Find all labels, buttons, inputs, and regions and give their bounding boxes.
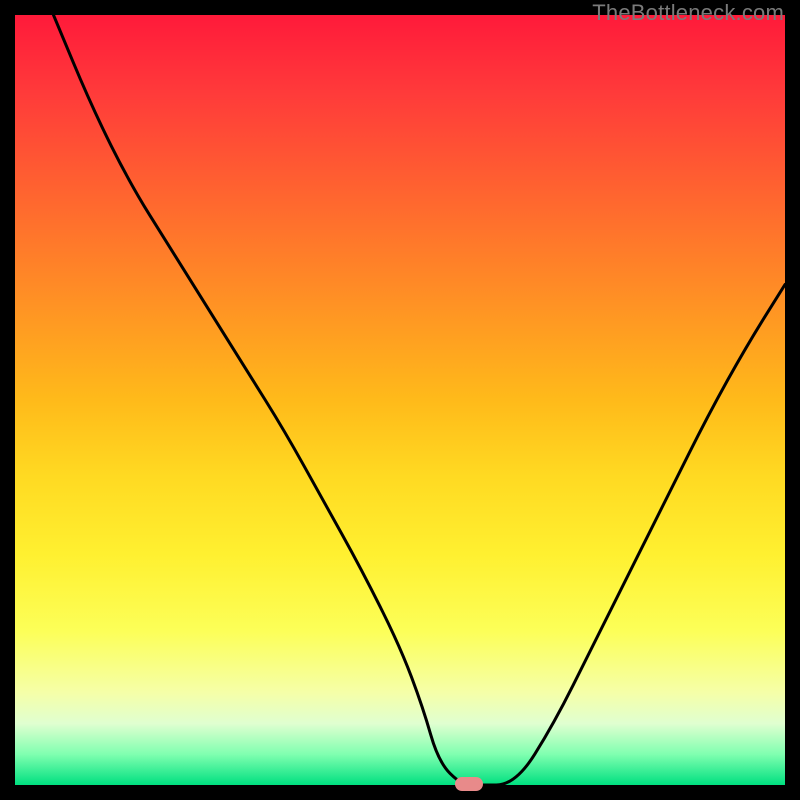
watermark-text: TheBottleneck.com bbox=[592, 0, 784, 26]
bottleneck-curve bbox=[15, 15, 785, 785]
minimum-marker bbox=[455, 777, 483, 791]
